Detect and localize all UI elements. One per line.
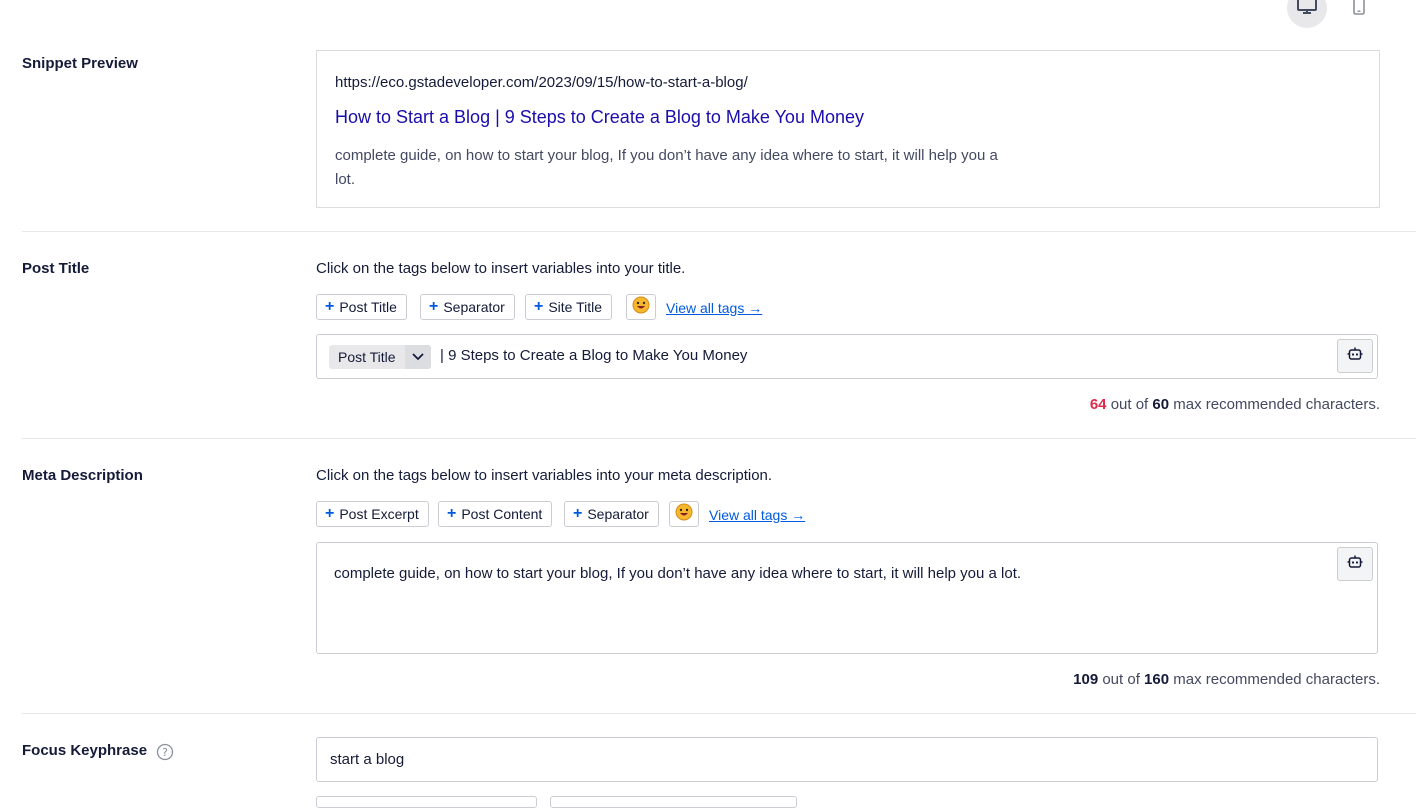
emoji-button[interactable] xyxy=(669,501,699,527)
secondary-control[interactable] xyxy=(316,796,537,808)
tag-separator-button[interactable]: + Separator xyxy=(564,501,659,527)
emoji-button[interactable] xyxy=(626,294,656,320)
counter-mid: out of xyxy=(1102,671,1140,688)
counter-suffix: max recommended characters. xyxy=(1173,671,1380,688)
mobile-icon xyxy=(1352,0,1366,21)
tag-label: Post Excerpt xyxy=(339,506,419,522)
post-title-text: | 9 Steps to Create a Blog to Make You M… xyxy=(440,347,748,364)
tag-label: Site Title xyxy=(548,299,603,315)
ai-generate-description-button[interactable] xyxy=(1337,547,1373,581)
char-count: 64 xyxy=(1089,396,1107,413)
view-all-tags-link[interactable]: View all tags → xyxy=(666,300,762,316)
tag-label: Post Title xyxy=(339,299,397,315)
snippet-preview-label: Snippet Preview xyxy=(22,55,138,72)
snippet-preview-box: https://eco.gstadeveloper.com/2023/09/15… xyxy=(316,50,1380,208)
post-title-tag-chip[interactable]: Post Title xyxy=(329,345,431,369)
divider xyxy=(22,438,1416,439)
tag-post-content-button[interactable]: + Post Content xyxy=(438,501,553,527)
robot-icon xyxy=(1347,555,1363,574)
post-title-char-counter: 64 out of 60 max recommended characters. xyxy=(1090,396,1380,413)
plus-icon: + xyxy=(325,505,335,522)
view-all-tags-link[interactable]: View all tags → xyxy=(709,507,805,523)
char-max: 60 xyxy=(1152,396,1170,413)
divider xyxy=(22,713,1416,714)
meta-description-input[interactable]: complete guide, on how to start your blo… xyxy=(316,542,1378,654)
char-max: 160 xyxy=(1144,671,1170,688)
plus-icon: + xyxy=(429,298,439,315)
desktop-icon xyxy=(1296,0,1318,21)
meta-description-text: complete guide, on how to start your blo… xyxy=(334,565,1022,582)
tag-post-title-button[interactable]: + Post Title xyxy=(316,294,407,320)
desktop-view-button[interactable] xyxy=(1287,0,1327,28)
counter-suffix: max recommended characters. xyxy=(1173,396,1380,413)
snippet-url: https://eco.gstadeveloper.com/2023/09/15… xyxy=(335,74,748,91)
tag-label: Separator xyxy=(443,299,505,315)
ai-generate-title-button[interactable] xyxy=(1337,339,1373,373)
post-title-help: Click on the tags below to insert variab… xyxy=(316,260,686,277)
plus-icon: + xyxy=(447,505,457,522)
meta-description-help: Click on the tags below to insert variab… xyxy=(316,467,773,484)
snippet-title[interactable]: How to Start a Blog | 9 Steps to Create … xyxy=(335,107,864,128)
tag-site-title-button[interactable]: + Site Title xyxy=(525,294,613,320)
focus-keyphrase-label: Focus Keyphrase xyxy=(22,742,148,759)
tag-post-excerpt-button[interactable]: + Post Excerpt xyxy=(316,501,429,527)
divider xyxy=(22,231,1416,232)
secondary-control[interactable] xyxy=(550,796,797,808)
focus-keyphrase-input[interactable]: start a blog xyxy=(316,737,1378,782)
tag-separator-button[interactable]: + Separator xyxy=(420,294,515,320)
chip-label: Post Title xyxy=(338,349,396,365)
plus-icon: + xyxy=(573,505,583,522)
help-icon[interactable]: ? xyxy=(156,743,174,766)
post-title-input[interactable]: Post Title | 9 Steps to Create a Blog to… xyxy=(316,334,1378,379)
robot-icon xyxy=(1347,347,1363,366)
emoji-icon xyxy=(675,503,693,526)
focus-keyphrase-value: start a blog xyxy=(330,751,405,768)
char-count: 109 xyxy=(1073,671,1099,688)
meta-description-label: Meta Description xyxy=(22,467,143,484)
chevron-down-icon[interactable] xyxy=(404,345,431,369)
plus-icon: + xyxy=(325,298,335,315)
plus-icon: + xyxy=(534,298,544,315)
meta-description-char-counter: 109 out of 160 max recommended character… xyxy=(1073,671,1380,688)
tag-label: Post Content xyxy=(461,506,543,522)
mobile-view-button[interactable] xyxy=(1339,0,1379,28)
svg-text:?: ? xyxy=(162,746,168,759)
tag-label: Separator xyxy=(587,506,649,522)
post-title-label: Post Title xyxy=(22,260,90,277)
snippet-description: complete guide, on how to start your blo… xyxy=(335,147,998,188)
counter-mid: out of xyxy=(1110,396,1149,413)
emoji-icon xyxy=(632,296,650,319)
